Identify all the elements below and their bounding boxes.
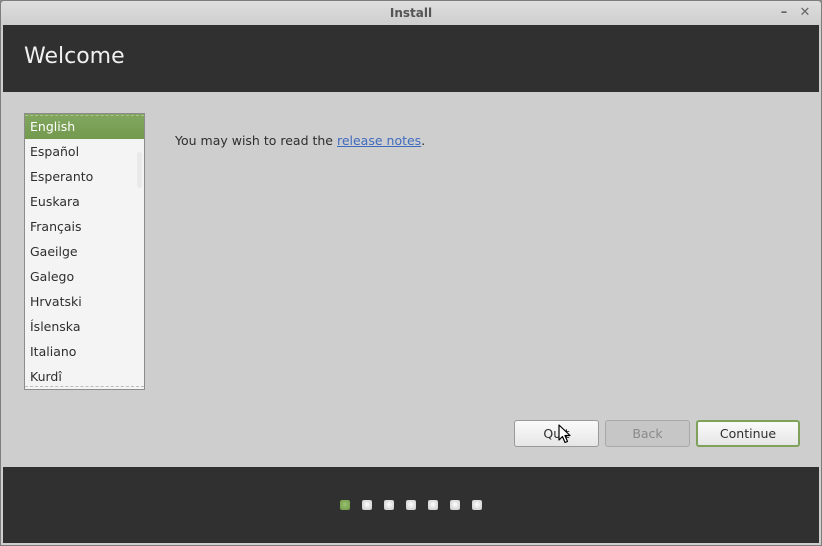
step-dot-6 [450, 500, 460, 510]
language-item-francais[interactable]: Français [25, 214, 144, 239]
language-item-espanol[interactable]: Español [25, 139, 144, 164]
step-indicator [340, 500, 482, 510]
step-dot-5 [428, 500, 438, 510]
language-item-islenska[interactable]: Íslenska [25, 314, 144, 339]
title-bar[interactable]: Install – ✕ [1, 1, 821, 24]
note-suffix: . [421, 133, 426, 148]
language-item-italiano[interactable]: Italiano [25, 339, 144, 364]
list-top-edge [25, 115, 144, 116]
close-icon[interactable]: ✕ [796, 4, 814, 22]
page-header: Welcome [3, 25, 819, 92]
step-dot-7 [472, 500, 482, 510]
release-notes-link[interactable]: release notes [337, 133, 421, 148]
language-item-galego[interactable]: Galego [25, 264, 144, 289]
back-button[interactable]: Back [605, 420, 690, 447]
window-title: Install [389, 6, 433, 20]
quit-button[interactable]: Quit [514, 420, 599, 447]
installer-window: Install – ✕ Welcome English Español Espe… [0, 0, 822, 546]
language-list[interactable]: English Español Esperanto Euskara França… [24, 113, 145, 390]
step-dot-4 [406, 500, 416, 510]
list-bottom-edge [25, 386, 144, 387]
continue-button[interactable]: Continue [696, 420, 800, 447]
minimize-icon[interactable]: – [775, 4, 793, 22]
scrollbar[interactable] [137, 152, 142, 188]
progress-footer [3, 467, 819, 543]
release-notes-message: You may wish to read the release notes. [175, 133, 425, 148]
page-title: Welcome [24, 44, 125, 69]
step-dot-1 [340, 500, 350, 510]
language-item-hrvatski[interactable]: Hrvatski [25, 289, 144, 314]
step-dot-3 [384, 500, 394, 510]
language-item-esperanto[interactable]: Esperanto [25, 164, 144, 189]
note-prefix: You may wish to read the [175, 133, 337, 148]
language-item-gaeilge[interactable]: Gaeilge [25, 239, 144, 264]
step-dot-2 [362, 500, 372, 510]
language-item-euskara[interactable]: Euskara [25, 189, 144, 214]
mouse-pointer-icon [558, 424, 571, 444]
language-item-english[interactable]: English [25, 114, 144, 139]
